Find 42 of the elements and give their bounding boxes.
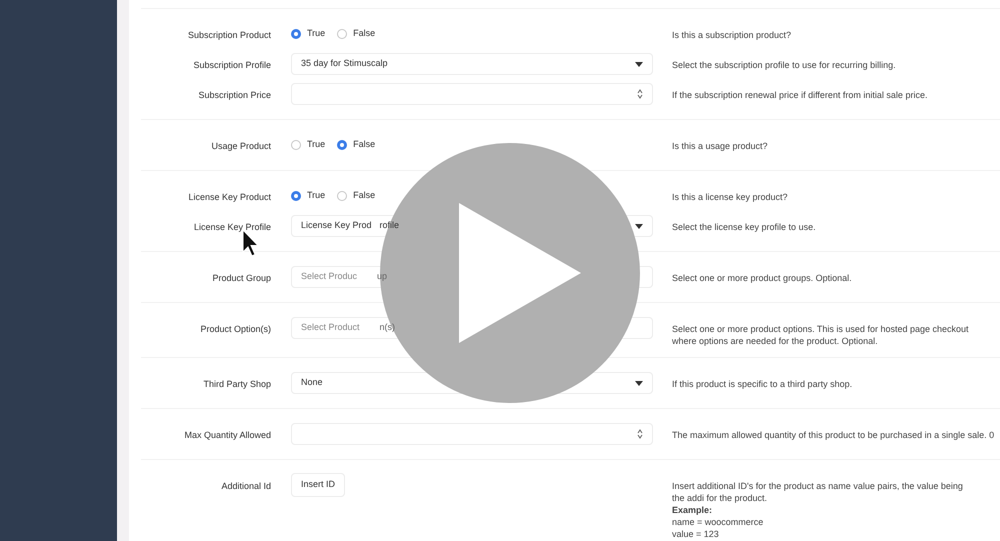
help-text: Is this a subscription product?: [672, 29, 792, 41]
field-label: Subscription Price: [198, 89, 271, 102]
field-label: License Key Profile: [194, 221, 271, 234]
help-text: Is this a usage product?: [672, 140, 769, 152]
help-text: Select one or more product groups. Optional.: [672, 272, 853, 284]
radio-option[interactable]: False: [337, 189, 376, 203]
field-label: Max Quantity Allowed: [184, 429, 271, 442]
insert-id-button[interactable]: Insert ID: [291, 473, 346, 497]
caret-icon: [635, 380, 643, 386]
number-field[interactable]: [291, 83, 653, 105]
help-text: Select the subscription profile to use for recurring billing.: [672, 59, 897, 71]
help-text: Select the license key profile to use.: [672, 221, 817, 233]
field-label: License Key Product: [188, 191, 271, 204]
example-heading: Example:: [672, 504, 714, 516]
help-text: If the subscription renewal price if different from initial sale price.: [672, 89, 928, 101]
example-line: name = woocommerce: [672, 516, 764, 528]
caret-icon: [635, 62, 643, 66]
example-line: value = 123: [672, 528, 720, 540]
spinner-icon: [637, 89, 643, 99]
field-label: Usage Product: [211, 140, 271, 153]
caret-icon: [635, 224, 643, 228]
play-icon: [459, 203, 581, 343]
number-field[interactable]: [291, 423, 653, 445]
field-label: Product Option(s): [200, 323, 271, 336]
spinner-icon: [637, 429, 643, 439]
radio-option[interactable]: True: [291, 27, 326, 41]
help-text: Select one or more product options. This is used for hosted page checkout where options are needed for the product. Optional.: [672, 323, 970, 347]
help-text: Insert additional ID's for the product as name value pairs, the value being the addi for the product.: [672, 480, 964, 504]
field-label: Third Party Shop: [203, 378, 271, 391]
radio-option[interactable]: False: [337, 138, 376, 152]
radio-option[interactable]: False: [337, 27, 376, 41]
field-label: Additional Id: [221, 480, 271, 493]
help-text: If this product is specific to a third party shop.: [672, 378, 854, 390]
select-field[interactable]: 35 day for Stimuscalp: [291, 53, 653, 75]
radio-option[interactable]: True: [291, 138, 326, 152]
cursor-icon: [242, 229, 260, 257]
field-label: Subscription Product: [188, 29, 271, 42]
help-text: Is this a license key product?: [672, 191, 789, 203]
radio-option[interactable]: True: [291, 189, 326, 203]
field-label: Product Group: [212, 272, 271, 285]
field-label: Subscription Profile: [193, 59, 271, 72]
help-text: The maximum allowed quantity of this product to be purchased in a single sale. 0: [672, 429, 996, 441]
